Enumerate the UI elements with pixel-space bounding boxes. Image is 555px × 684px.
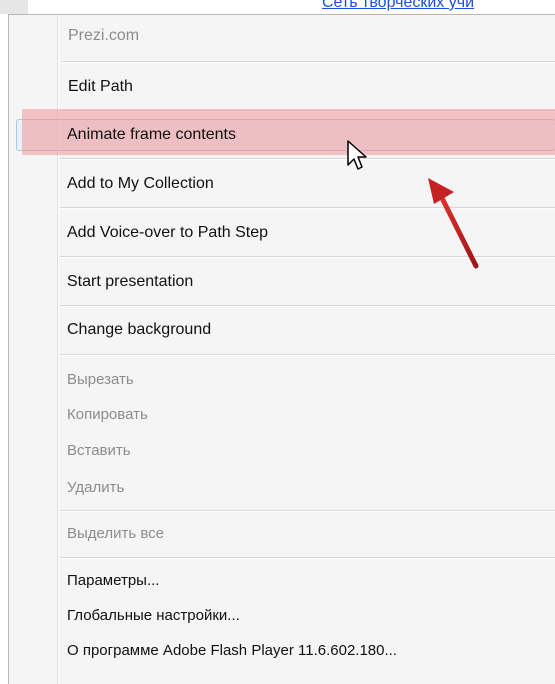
menu-item-select-all[interactable]: Выделить все xyxy=(8,525,555,542)
context-menu-items: Animate frame contents Add to My Collect… xyxy=(8,14,555,684)
menu-item-paste[interactable]: Вставить xyxy=(8,442,555,459)
menu-item-copy[interactable]: Копировать xyxy=(8,406,555,423)
menu-separator xyxy=(60,305,555,307)
menu-item-change-background[interactable]: Change background xyxy=(8,321,555,339)
top-link[interactable]: Сеть творческих учи xyxy=(322,0,474,12)
menu-item-global-settings[interactable]: Глобальные настройки... xyxy=(8,607,555,624)
menu-item-settings[interactable]: Параметры... xyxy=(8,572,555,589)
menu-item-animate-frame-contents[interactable]: Animate frame contents xyxy=(8,126,555,144)
menu-separator xyxy=(60,557,555,559)
menu-separator xyxy=(60,510,555,512)
menu-separator xyxy=(60,158,555,160)
menu-separator xyxy=(60,354,555,356)
menu-item-delete[interactable]: Удалить xyxy=(8,479,555,496)
window-corner-tab xyxy=(0,0,28,14)
mouse-pointer-icon xyxy=(347,140,367,170)
red-arrow-icon xyxy=(428,178,479,269)
menu-item-about-flash-player[interactable]: О программе Adobe Flash Player 11.6.602.… xyxy=(8,642,555,659)
menu-item-cut[interactable]: Вырезать xyxy=(8,371,555,388)
